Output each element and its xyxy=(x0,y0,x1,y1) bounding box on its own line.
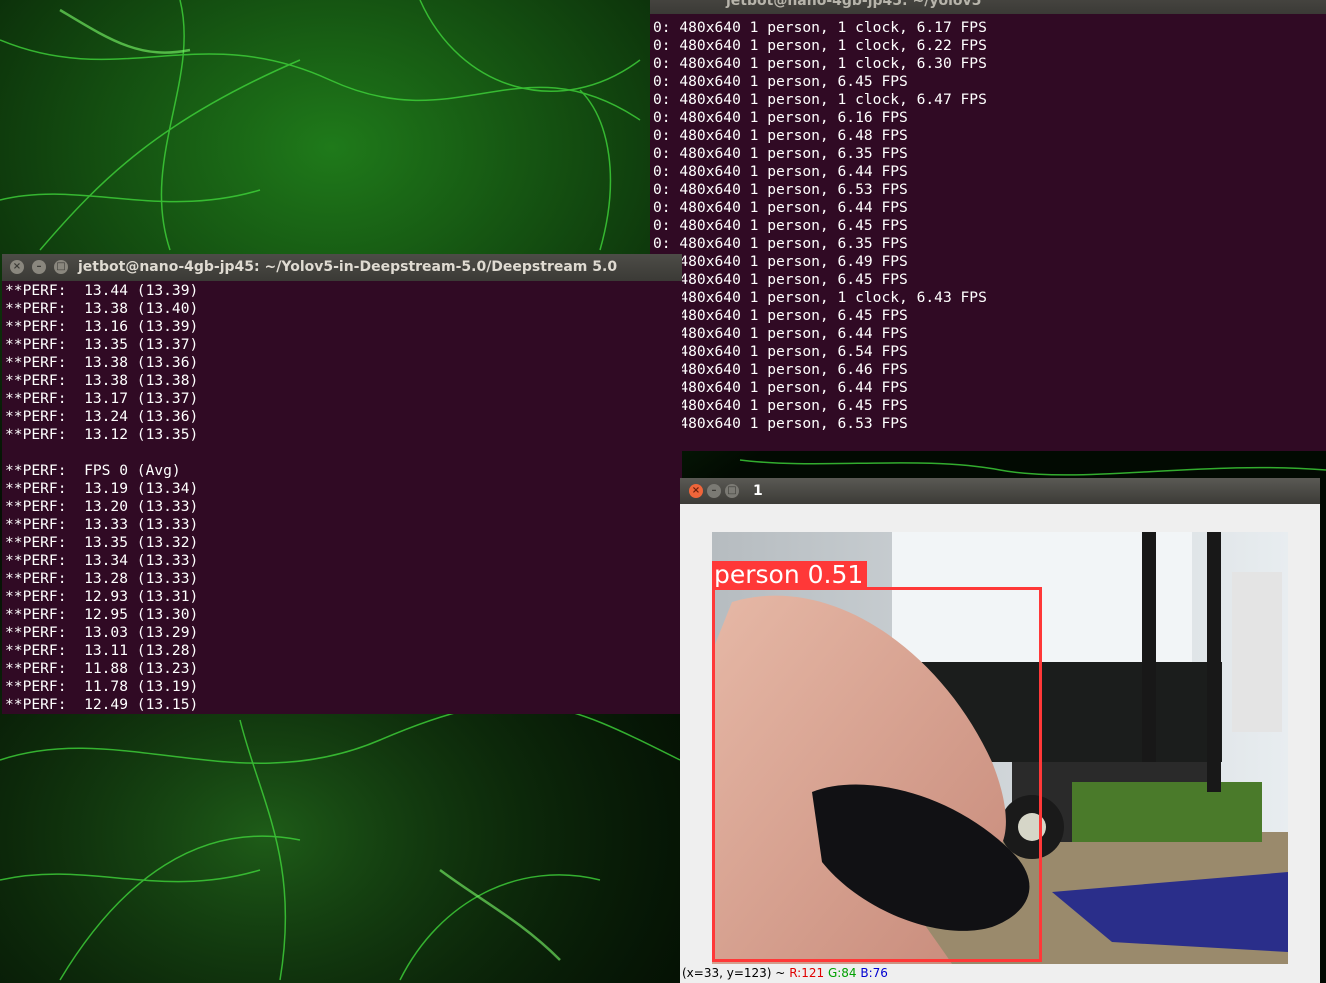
titlebar[interactable]: × – □ 1 xyxy=(680,478,1320,504)
maximize-icon[interactable]: □ xyxy=(725,484,739,498)
terminal-window-yolov5[interactable]: jetbot@nano-4gb-jp45: ~/yolov5 0: 480x64… xyxy=(650,0,1326,451)
terminal-line: 0: 480x640 1 person, 6.49 FPS xyxy=(653,253,908,270)
terminal-line: 0: 480x640 1 person, 6.35 FPS xyxy=(653,145,908,162)
maximize-icon[interactable]: □ xyxy=(54,260,68,274)
status-bar: (x=33, y=123) ~ R:121 G:84 B:76 xyxy=(682,966,888,980)
terminal-line: **PERF: 13.34 (13.33) xyxy=(5,552,199,569)
window-title: jetbot@nano-4gb-jp45: ~/yolov5 xyxy=(726,0,982,9)
camera-frame[interactable]: person 0.51 xyxy=(712,532,1288,964)
terminal-line: 0: 480x640 1 person, 6.53 FPS xyxy=(653,415,908,432)
terminal-prompt-line[interactable] xyxy=(653,433,987,451)
terminal-line: 0: 480x640 1 person, 6.45 FPS xyxy=(653,271,908,288)
terminal-line: **PERF: 13.44 (13.39) xyxy=(5,282,199,299)
minimize-icon[interactable]: – xyxy=(707,484,721,498)
pixel-red: R:121 xyxy=(789,966,825,980)
detection-box xyxy=(712,587,1042,962)
terminal-line: 0: 480x640 1 person, 1 clock, 6.30 FPS xyxy=(653,55,987,72)
terminal-line: **PERF: 13.35 (13.37) xyxy=(5,336,199,353)
terminal-line: **PERF: 13.24 (13.36) xyxy=(5,408,199,425)
cursor-coords: (x=33, y=123) ~ xyxy=(682,966,786,980)
terminal-line: 0: 480x640 1 person, 6.44 FPS xyxy=(653,199,908,216)
terminal-line: **PERF: 13.11 (13.28) xyxy=(5,642,199,659)
terminal-line: **PERF: 13.38 (13.38) xyxy=(5,372,199,389)
terminal-line: **PERF: FPS 0 (Avg) xyxy=(5,462,181,479)
detection-label: person 0.51 xyxy=(712,561,868,589)
terminal-line: **PERF: 12.49 (13.15) xyxy=(5,696,199,713)
terminal-line: 0: 480x640 1 person, 6.45 FPS xyxy=(653,217,908,234)
window-title: jetbot@nano-4gb-jp45: ~/Yolov5-in-Deepst… xyxy=(78,259,618,275)
terminal-line: **PERF: 13.33 (13.33) xyxy=(5,516,199,533)
terminal-line: **PERF: 13.12 (13.35) xyxy=(5,426,199,443)
terminal-output[interactable]: 0: 480x640 1 person, 1 clock, 6.17 FPS 0:… xyxy=(653,19,987,451)
terminal-line: 0: 480x640 1 person, 6.54 FPS xyxy=(653,343,908,360)
terminal-line: 0: 480x640 1 person, 6.45 FPS xyxy=(653,73,908,90)
terminal-line: 0: 480x640 1 person, 6.44 FPS xyxy=(653,379,908,396)
terminal-line: **PERF: 13.20 (13.33) xyxy=(5,498,199,515)
minimize-icon[interactable]: – xyxy=(32,260,46,274)
terminal-line: **PERF: 13.38 (13.40) xyxy=(5,300,199,317)
terminal-window-deepstream[interactable]: × – □ jetbot@nano-4gb-jp45: ~/Yolov5-in-… xyxy=(2,254,682,714)
image-window[interactable]: × – □ 1 person 0.51 (x=33, y=123) ~ R:12… xyxy=(680,478,1320,983)
terminal-line: **PERF: 13.38 (13.36) xyxy=(5,354,199,371)
terminal-line: 0: 480x640 1 person, 6.45 FPS xyxy=(653,307,908,324)
pixel-green: G:84 xyxy=(827,966,857,980)
titlebar[interactable]: jetbot@nano-4gb-jp45: ~/yolov5 xyxy=(650,0,1326,14)
terminal-output[interactable]: **PERF: 13.44 (13.39) **PERF: 13.38 (13.4… xyxy=(5,282,198,714)
terminal-line: 0: 480x640 1 person, 6.48 FPS xyxy=(653,127,908,144)
terminal-line: 0: 480x640 1 person, 6.45 FPS xyxy=(653,397,908,414)
terminal-line: 0: 480x640 1 person, 6.44 FPS xyxy=(653,325,908,342)
terminal-line: **PERF: 13.19 (13.34) xyxy=(5,480,199,497)
terminal-line: **PERF: 13.28 (13.33) xyxy=(5,570,199,587)
close-icon[interactable]: × xyxy=(10,260,24,274)
terminal-line: 0: 480x640 1 person, 6.44 FPS xyxy=(653,163,908,180)
titlebar[interactable]: × – □ jetbot@nano-4gb-jp45: ~/Yolov5-in-… xyxy=(2,254,682,281)
terminal-line: **PERF: 13.17 (13.37) xyxy=(5,390,199,407)
terminal-line: **PERF: 13.03 (13.29) xyxy=(5,624,199,641)
terminal-line: 0: 480x640 1 person, 1 clock, 6.17 FPS xyxy=(653,19,987,36)
terminal-line: 0: 480x640 1 person, 6.53 FPS xyxy=(653,181,908,198)
pixel-blue: B:76 xyxy=(860,966,888,980)
terminal-line: **PERF: 13.35 (13.32) xyxy=(5,534,199,551)
terminal-line: 0: 480x640 1 person, 1 clock, 6.22 FPS xyxy=(653,37,987,54)
terminal-line: **PERF: 12.93 (13.31) xyxy=(5,588,199,605)
terminal-line: **PERF: 11.78 (13.19) xyxy=(5,678,199,695)
close-icon[interactable]: × xyxy=(689,484,703,498)
terminal-line: **PERF: 12.95 (13.30) xyxy=(5,606,199,623)
terminal-line: 0: 480x640 1 person, 6.16 FPS xyxy=(653,109,908,126)
terminal-line: 0: 480x640 1 person, 6.46 FPS xyxy=(653,361,908,378)
window-title: 1 xyxy=(753,483,763,499)
terminal-line: 0: 480x640 1 person, 1 clock, 6.47 FPS xyxy=(653,91,987,108)
terminal-line: 0: 480x640 1 person, 1 clock, 6.43 FPS xyxy=(653,289,987,306)
terminal-line: **PERF: 13.16 (13.39) xyxy=(5,318,199,335)
terminal-line: 0: 480x640 1 person, 6.35 FPS xyxy=(653,235,908,252)
terminal-line: **PERF: 11.88 (13.23) xyxy=(5,660,199,677)
